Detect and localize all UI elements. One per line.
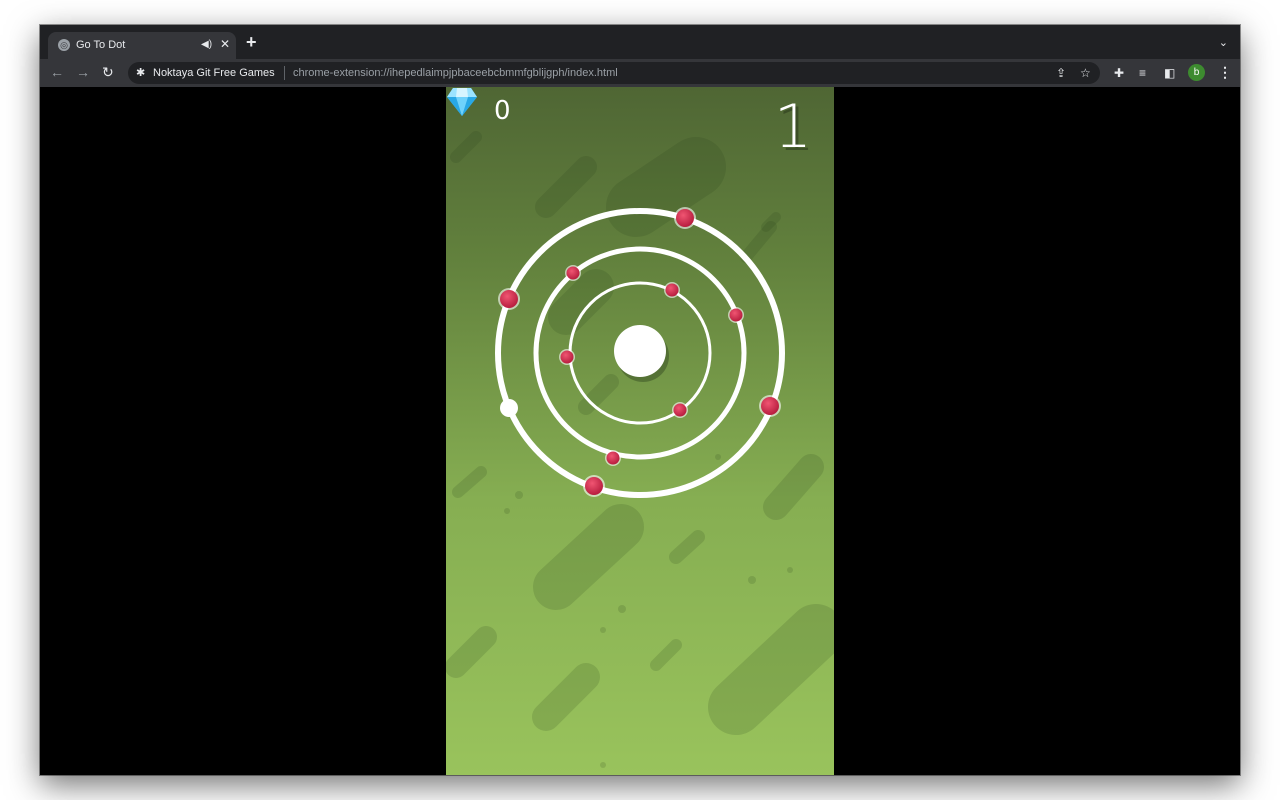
tab-bar: ◎ Go To Dot ◀︎) ✕ + ⌄ xyxy=(40,25,1240,59)
chevron-down-icon[interactable]: ⌄ xyxy=(1219,36,1228,49)
game-scene xyxy=(446,131,834,768)
spike-ball xyxy=(559,349,575,365)
game-canvas[interactable]: 0 1 xyxy=(446,87,834,775)
center-dot xyxy=(614,325,666,377)
spike-ball xyxy=(565,265,581,281)
score: 1 xyxy=(773,92,812,162)
page-viewport: 0 1 xyxy=(40,87,1240,775)
address-bar[interactable]: ✱ Noktaya Git Free Games chrome-extensio… xyxy=(128,62,1100,84)
tab-title: Go To Dot xyxy=(76,39,126,51)
spike-ball xyxy=(759,395,781,417)
speaker-icon[interactable]: ◀︎) xyxy=(201,38,212,52)
forward-arrow-icon[interactable]: → xyxy=(76,64,90,80)
globe-icon: ◎ xyxy=(58,39,70,51)
back-arrow-icon[interactable]: ← xyxy=(50,64,64,80)
spike-ball xyxy=(672,402,688,418)
close-icon[interactable]: ✕ xyxy=(220,37,230,51)
kebab-menu-icon[interactable]: ⋮ xyxy=(1218,64,1232,80)
side-panel-icon[interactable]: ◧ xyxy=(1164,65,1175,81)
tab-go-to-dot[interactable]: ◎ Go To Dot ◀︎) ✕ xyxy=(48,32,236,59)
extension-puzzle-icon: ✱ xyxy=(136,67,146,79)
diamond-icon xyxy=(447,88,477,116)
omnibox-separator xyxy=(284,66,285,80)
plus-icon[interactable]: + xyxy=(246,33,257,51)
reload-icon[interactable]: ↻ xyxy=(102,64,114,80)
star-icon[interactable]: ☆ xyxy=(1080,65,1091,81)
background-streaks xyxy=(446,131,834,768)
profile-avatar[interactable]: b xyxy=(1188,64,1205,81)
omnibox-origin: Noktaya Git Free Games xyxy=(153,67,275,79)
media-queue-icon[interactable]: ≡ xyxy=(1139,65,1146,81)
spike-ball xyxy=(583,475,605,497)
toolbar: ← → ↻ ✱ Noktaya Git Free Games chrome-ex… xyxy=(40,59,1240,87)
player-dot xyxy=(500,399,518,417)
spike-ball xyxy=(674,207,696,229)
share-icon[interactable]: ⇪ xyxy=(1056,65,1066,81)
omnibox-url[interactable]: chrome-extension://ihepedlaimpjpbaceebcb… xyxy=(293,66,618,80)
spike-ball xyxy=(498,288,520,310)
gem-count: 0 xyxy=(494,96,511,126)
spike-ball xyxy=(728,307,744,323)
spike-ball xyxy=(664,282,680,298)
spike-ball xyxy=(605,450,621,466)
browser-window: ◎ Go To Dot ◀︎) ✕ + ⌄ ← → ↻ ✱ Noktaya Gi… xyxy=(40,25,1240,775)
extensions-icon[interactable]: ✚ xyxy=(1114,65,1124,81)
